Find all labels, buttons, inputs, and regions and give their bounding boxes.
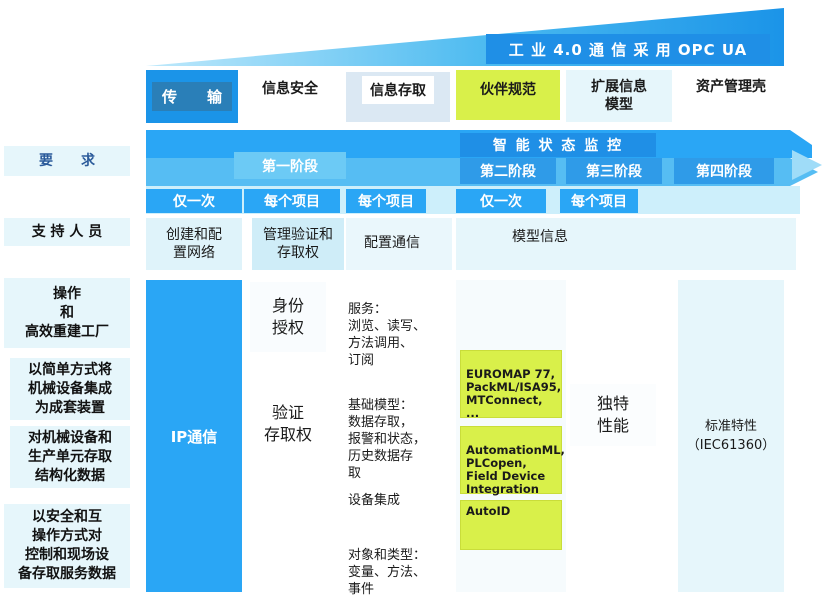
- task-create-network: 创建和配置网络: [146, 218, 242, 270]
- standard-features: 标准特性 （IEC61360）: [678, 280, 784, 592]
- task-model-info-box: 模型信息: [456, 218, 796, 270]
- label-support-staff: 支 持 人 员: [4, 218, 130, 246]
- condition-monitoring: 智 能 状 态 监 控: [460, 133, 656, 157]
- freq-once-b: 仅一次: [456, 189, 546, 213]
- base-model-text: 基础模型： 数据存取， 报警和状态， 历史数据存 取: [348, 398, 427, 481]
- timeline-arrows: [146, 130, 822, 214]
- stage-4: 第四阶段: [674, 158, 774, 184]
- freq-per-project-c: 每个项目: [560, 189, 638, 213]
- ip-communication: IP通信: [146, 280, 242, 592]
- task-config-comm-box: 配置通信: [346, 218, 452, 270]
- standards-box-2: AutomationML, PLCopen, Field Device Inte…: [460, 426, 565, 496]
- stage-1: 第一阶段: [234, 152, 346, 179]
- label-integrate: 以简单方式将 机械设备集成 为成套装置: [10, 358, 130, 420]
- standards-box-3: AutoID: [460, 500, 562, 550]
- freq-once-a: 仅一次: [146, 189, 242, 213]
- verify-access: 验证 存取权: [263, 403, 312, 444]
- freq-per-project-b: 每个项目: [346, 189, 426, 213]
- label-access-data: 对机械设备和 生产单元存取 结构化数据: [10, 426, 130, 488]
- stage-3: 第三阶段: [566, 158, 662, 184]
- label-operation: 操作 和 高效重建工厂: [4, 278, 130, 348]
- services-text: 服务： 浏览、读写、 方法调用、 订阅: [348, 302, 427, 368]
- identity-auth: 身份 授权: [250, 282, 326, 352]
- stage-2: 第二阶段: [460, 158, 556, 184]
- objects-types-text: 对象和类型： 变量、方法、 事件: [348, 548, 427, 597]
- device-integration-text: 设备集成: [348, 493, 401, 508]
- unique-features: 独特 性能: [570, 384, 656, 446]
- standards-box-1: EUROMAP 77, PackML/ISA95, MTConnect, ...: [460, 350, 562, 420]
- task-manage-auth: 管理验证和存取权: [252, 218, 344, 270]
- freq-per-project-a: 每个项目: [244, 189, 340, 213]
- label-secure-access: 以安全和互 操作方式对 控制和现场设 备存取服务数据: [4, 504, 130, 588]
